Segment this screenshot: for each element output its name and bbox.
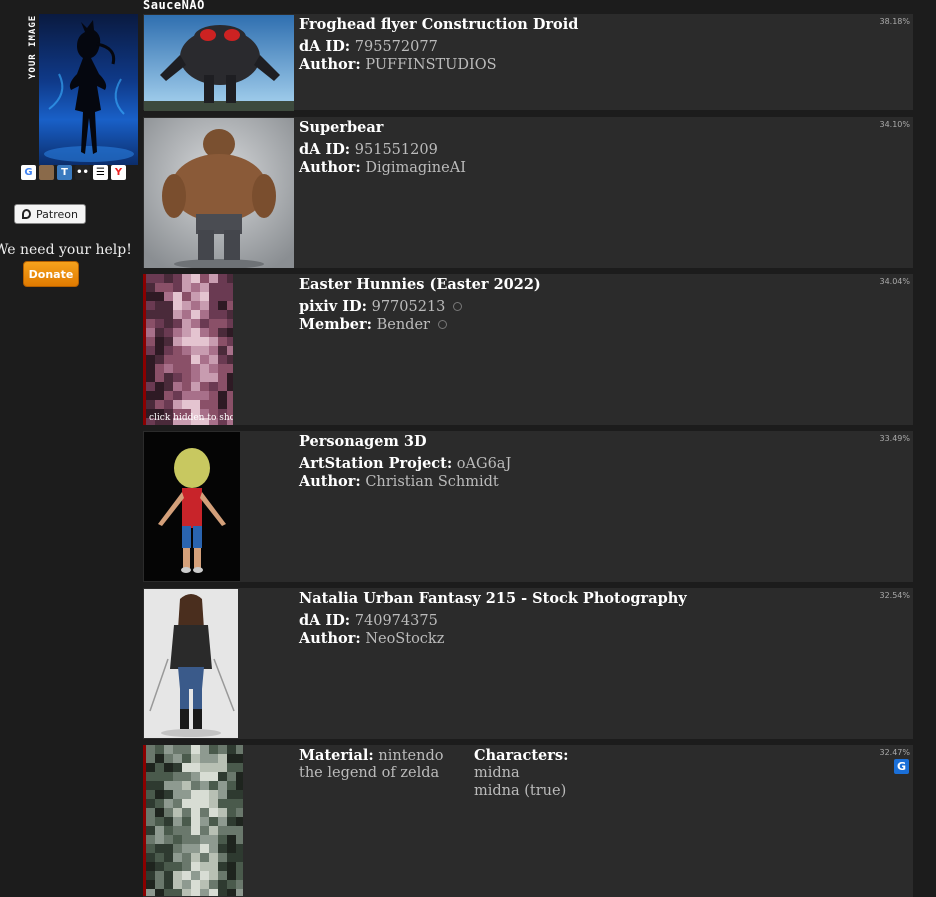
- author-value[interactable]: Christian Schmidt: [365, 474, 498, 490]
- top-strip: [0, 0, 936, 10]
- project-label: ArtStation Project:: [299, 455, 453, 472]
- result-content: Superbear dA ID: 951551209 Author: Digim…: [299, 117, 913, 268]
- result-content: Easter Hunnies (Easter 2022) pixiv ID: 9…: [299, 274, 913, 425]
- result-content: Froghead flyer Construction Droid dA ID:…: [299, 14, 913, 110]
- patreon-label: Patreon: [36, 207, 78, 221]
- id-label: pixiv ID:: [299, 298, 367, 315]
- iqdb-search-icon[interactable]: ••: [75, 165, 90, 180]
- author-label: Author:: [299, 56, 361, 73]
- result-id-line: ArtStation Project: oAG6aJ: [299, 455, 511, 472]
- similarity-percent: 33.49%: [879, 434, 910, 443]
- result-row: Natalia Urban Fantasy 215 - Stock Photog…: [143, 588, 913, 739]
- similarity-percent: 34.10%: [879, 120, 910, 129]
- help-text: We need your help!: [0, 242, 132, 258]
- author-label: Author:: [299, 630, 361, 647]
- result-thumbnail[interactable]: [144, 15, 294, 111]
- result-row: Personagem 3D ArtStation Project: oAG6aJ…: [143, 431, 913, 582]
- trace-search-icon[interactable]: ☰: [93, 165, 108, 180]
- member-label: Member:: [299, 316, 372, 333]
- external-link-icon[interactable]: [437, 320, 447, 329]
- result-thumbnail-hidden[interactable]: [143, 745, 243, 896]
- result-content: Material: nintendo the legend of zelda C…: [299, 745, 913, 897]
- id-label: dA ID:: [299, 38, 351, 55]
- character-value[interactable]: midna: [474, 765, 520, 781]
- result-row-hidden: Material: nintendo the legend of zelda C…: [143, 745, 913, 897]
- similarity-percent: 38.18%: [879, 17, 910, 26]
- result-content: Personagem 3D ArtStation Project: oAG6aJ…: [299, 431, 913, 582]
- result-id-line: dA ID: 951551209: [299, 141, 438, 158]
- result-thumbnail[interactable]: [144, 118, 294, 268]
- result-thumbnail-cell: [143, 117, 294, 268]
- result-thumbnail-cell: click hidden to show: [143, 274, 294, 425]
- id-value[interactable]: 97705213: [372, 299, 446, 315]
- result-thumbnail[interactable]: [144, 432, 240, 581]
- result-thumbnail-cell: [143, 431, 294, 582]
- material-value[interactable]: nintendo: [378, 748, 443, 764]
- result-row-hidden: click hidden to show Easter Hunnies (Eas…: [143, 274, 913, 425]
- result-thumbnail-cell: [143, 745, 294, 897]
- donate-button[interactable]: Donate: [23, 261, 79, 287]
- material-line: Material: nintendo: [299, 747, 443, 764]
- gelbooru-source-icon[interactable]: G: [894, 759, 909, 774]
- your-image-thumbnail[interactable]: [39, 14, 138, 165]
- result-id-line: pixiv ID: 97705213: [299, 298, 463, 315]
- material-line: the legend of zelda: [299, 765, 439, 781]
- result-row: Superbear dA ID: 951551209 Author: Digim…: [143, 117, 913, 268]
- result-thumbnail-hidden[interactable]: click hidden to show: [143, 274, 233, 425]
- author-value[interactable]: PUFFINSTUDIOS: [365, 57, 496, 73]
- material-label: Material:: [299, 747, 374, 764]
- characters-label: Characters:: [474, 747, 569, 764]
- result-row: Froghead flyer Construction Droid dA ID:…: [143, 14, 913, 111]
- id-value[interactable]: 951551209: [355, 142, 438, 158]
- result-thumbnail-cell: [143, 14, 294, 111]
- character-line: midna: [474, 765, 520, 781]
- patreon-button[interactable]: Patreon: [14, 204, 86, 224]
- search-engine-icons: G T •• ☰ Y: [21, 165, 126, 183]
- id-label: dA ID:: [299, 141, 351, 158]
- id-label: dA ID:: [299, 612, 351, 629]
- result-author-line: Member: Bender: [299, 316, 447, 333]
- saucenao-logo[interactable]: SauceNAO: [143, 0, 205, 12]
- character-value[interactable]: midna (true): [474, 783, 566, 799]
- result-author-line: Author: DigimagineAI: [299, 159, 466, 176]
- result-title: Easter Hunnies (Easter 2022): [299, 276, 541, 293]
- result-id-line: dA ID: 740974375: [299, 612, 438, 629]
- patreon-icon: [22, 209, 32, 219]
- click-hidden-to-show[interactable]: click hidden to show: [149, 413, 233, 423]
- result-author-line: Author: NeoStockz: [299, 630, 444, 647]
- result-title: Superbear: [299, 119, 384, 136]
- result-thumbnail-cell: [143, 588, 294, 739]
- tineye-search-icon[interactable]: T: [57, 165, 72, 180]
- characters-line: Characters:: [474, 747, 568, 764]
- author-value[interactable]: NeoStockz: [365, 631, 444, 647]
- similarity-percent: 34.04%: [879, 277, 910, 286]
- similarity-percent: 32.54%: [879, 591, 910, 600]
- member-value[interactable]: Bender: [377, 317, 430, 333]
- ascii2d-search-icon[interactable]: [39, 165, 54, 180]
- result-content: Natalia Urban Fantasy 215 - Stock Photog…: [299, 588, 913, 739]
- yandex-search-icon[interactable]: Y: [111, 165, 126, 180]
- result-title: Personagem 3D: [299, 433, 427, 450]
- result-author-line: Author: Christian Schmidt: [299, 473, 499, 490]
- result-id-line: dA ID: 795572077: [299, 38, 438, 55]
- similarity-percent: 32.47%: [879, 748, 910, 757]
- material-value[interactable]: the legend of zelda: [299, 765, 439, 781]
- result-title: Natalia Urban Fantasy 215 - Stock Photog…: [299, 590, 687, 607]
- author-label: Author:: [299, 473, 361, 490]
- sidebar: YOUR IMAGE G T •• ☰ Y Patreon We need your h…: [0, 0, 140, 897]
- id-value[interactable]: 795572077: [355, 39, 438, 55]
- google-search-icon[interactable]: G: [21, 165, 36, 180]
- result-title: Froghead flyer Construction Droid: [299, 16, 579, 33]
- external-link-icon[interactable]: [453, 302, 463, 311]
- character-line: midna (true): [474, 783, 566, 799]
- result-thumbnail[interactable]: [144, 589, 238, 738]
- result-author-line: Author: PUFFINSTUDIOS: [299, 56, 497, 73]
- author-value[interactable]: DigimagineAI: [365, 160, 466, 176]
- author-label: Author:: [299, 159, 361, 176]
- project-value[interactable]: oAG6aJ: [457, 456, 511, 472]
- id-value[interactable]: 740974375: [355, 613, 438, 629]
